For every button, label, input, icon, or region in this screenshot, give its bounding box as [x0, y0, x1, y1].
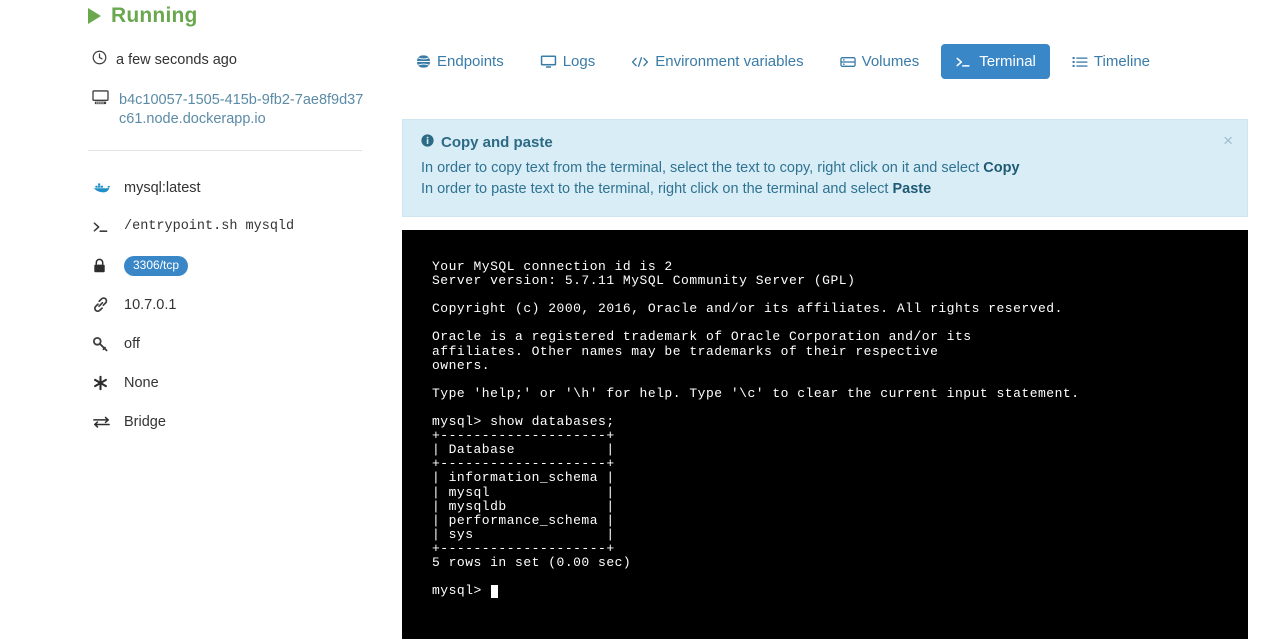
clock-icon — [92, 50, 107, 70]
alert-title-row: Copy and paste — [421, 134, 1229, 151]
monitor-icon — [92, 90, 109, 110]
info-icon — [421, 134, 434, 151]
terminal-output: Your MySQL connection id is 2 Server ver… — [432, 259, 1080, 599]
meta-label-links: None — [124, 374, 159, 391]
container-info-sidebar: Running a few seconds ago b4c10057-1505-… — [0, 0, 380, 639]
alert-line-copy: In order to copy text from the terminal,… — [421, 158, 1229, 179]
tab-logs[interactable]: Logs — [526, 44, 610, 79]
tab-label-environment-variables: Environment variables — [655, 53, 804, 70]
container-meta-list: mysql:latest /entrypoint.sh mysqld 3306/… — [92, 168, 372, 441]
status-label: Running — [111, 4, 198, 27]
meta-item-network: Bridge — [92, 402, 372, 441]
exchange-icon — [92, 415, 118, 429]
database-icon — [839, 55, 856, 69]
tab-timeline[interactable]: Timeline — [1058, 44, 1164, 79]
lock-icon — [92, 258, 118, 274]
tab-label-timeline: Timeline — [1093, 53, 1151, 70]
tab-label-terminal: Terminal — [979, 53, 1036, 70]
docker-whale-icon — [92, 181, 118, 195]
terminal-prompt-icon — [92, 220, 118, 234]
tab-label-endpoints: Endpoints — [437, 53, 504, 70]
tab-label-volumes: Volumes — [861, 53, 920, 70]
host-link[interactable]: b4c10057-1505-415b-9fb2-7ae8f9d37c61.nod… — [119, 91, 364, 129]
status-row: Running — [88, 4, 198, 28]
timestamp-row: a few seconds ago — [92, 50, 237, 70]
tab-label-logs: Logs — [562, 53, 596, 70]
meta-item-image: mysql:latest — [92, 168, 372, 207]
terminal-panel[interactable]: Your MySQL connection id is 2 Server ver… — [402, 230, 1248, 639]
meta-item-autorestart: off — [92, 324, 372, 363]
alert-line-paste: In order to paste text to the terminal, … — [421, 179, 1229, 200]
list-icon — [1072, 55, 1088, 69]
host-row: b4c10057-1505-415b-9fb2-7ae8f9d37c61.nod… — [92, 90, 364, 129]
alert-title: Copy and paste — [441, 134, 553, 151]
alert-paste-keyword: Paste — [892, 181, 932, 197]
alert-copy-keyword: Copy — [983, 160, 1020, 176]
alert-line-copy-text: In order to copy text from the terminal,… — [421, 160, 984, 176]
meta-label-image: mysql:latest — [124, 179, 201, 196]
tab-environment-variables[interactable]: Environment variables — [617, 44, 817, 79]
close-icon[interactable]: × — [1223, 132, 1233, 149]
code-icon — [631, 55, 649, 69]
sidebar-divider — [88, 150, 362, 151]
terminal-prompt-icon — [955, 55, 973, 69]
meta-item-ip: 10.7.0.1 — [92, 285, 372, 324]
play-icon — [88, 8, 101, 24]
tab-bar: Endpoints Logs Environment variables Vol… — [402, 44, 1164, 79]
meta-item-command: /entrypoint.sh mysqld — [92, 207, 372, 246]
meta-label-autorestart: off — [124, 335, 140, 352]
tab-endpoints[interactable]: Endpoints — [402, 44, 518, 79]
port-badge[interactable]: 3306/tcp — [124, 255, 189, 276]
meta-label-network: Bridge — [124, 413, 166, 430]
meta-item-ports: 3306/tcp — [92, 246, 372, 285]
meta-label-command: /entrypoint.sh mysqld — [124, 219, 295, 234]
timestamp-label: a few seconds ago — [116, 52, 237, 68]
meta-label-ip: 10.7.0.1 — [124, 296, 177, 313]
copy-paste-alert: × Copy and paste In order to copy text f… — [402, 119, 1248, 217]
key-icon — [92, 336, 118, 352]
meta-item-links: None — [92, 363, 372, 402]
tab-volumes[interactable]: Volumes — [826, 44, 934, 79]
globe-icon — [416, 54, 431, 69]
tab-terminal[interactable]: Terminal — [941, 44, 1050, 79]
monitor-icon — [540, 54, 557, 69]
link-icon — [92, 296, 118, 313]
alert-line-paste-text: In order to paste text to the terminal, … — [421, 181, 893, 197]
terminal-cursor — [491, 585, 499, 599]
main-content: Endpoints Logs Environment variables Vol… — [380, 0, 1286, 639]
container-detail-page: Running a few seconds ago b4c10057-1505-… — [0, 0, 1286, 639]
asterisk-icon — [92, 375, 118, 391]
